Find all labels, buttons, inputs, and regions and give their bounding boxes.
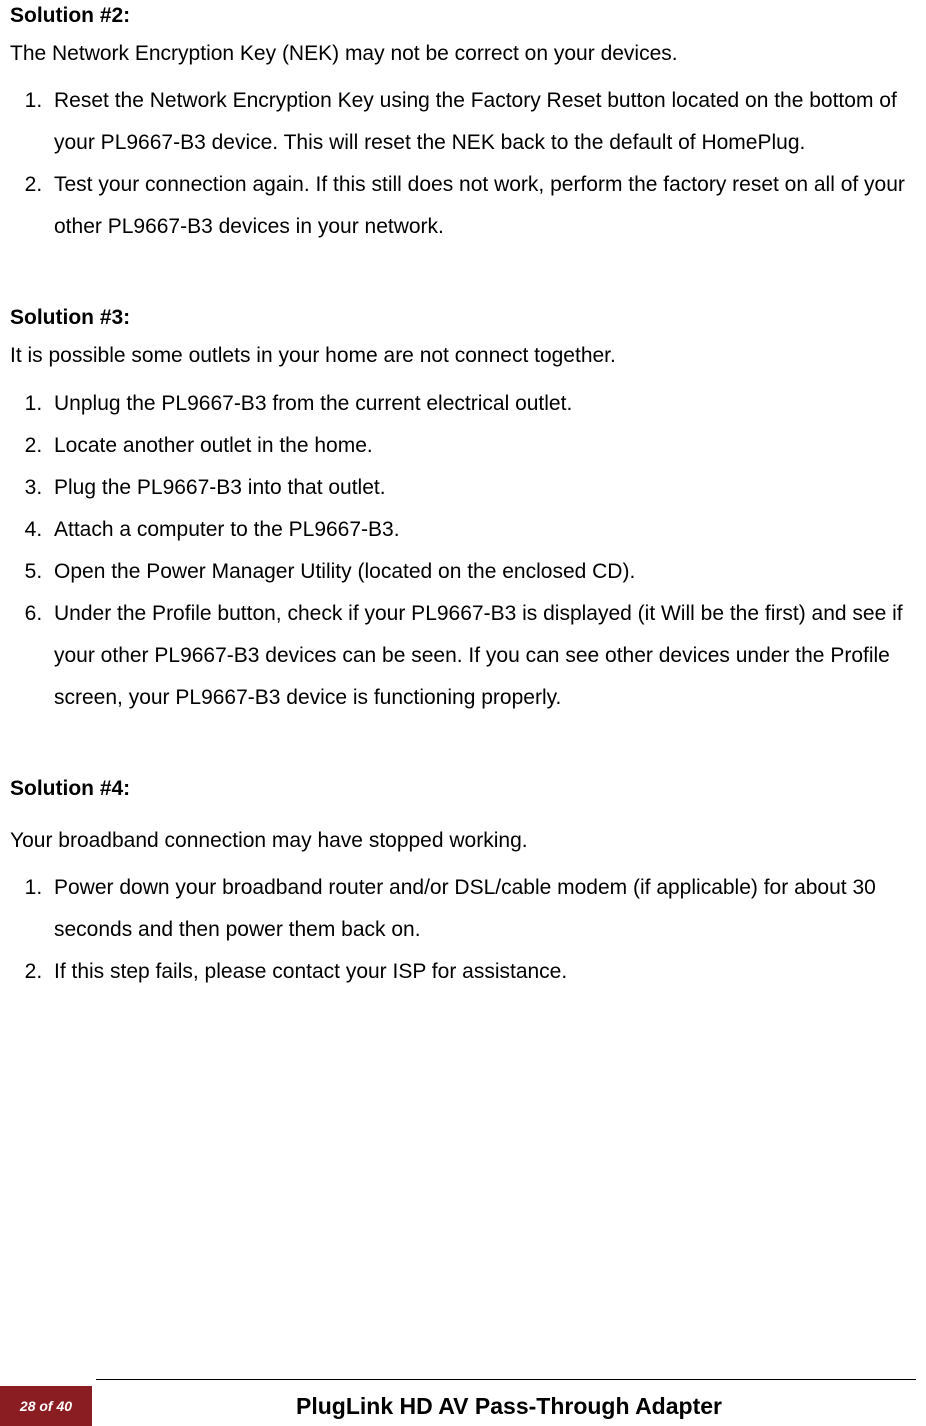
list-item: Reset the Network Encryption Key using t… <box>48 80 916 164</box>
solution-4-steps: Power down your broadband router and/or … <box>10 867 916 993</box>
list-item: Power down your broadband router and/or … <box>48 867 916 951</box>
list-item: Locate another outlet in the home. <box>48 425 916 467</box>
solution-3-steps: Unplug the PL9667-B3 from the current el… <box>10 383 916 719</box>
page: Solution #2: The Network Encryption Key … <box>0 0 926 1426</box>
page-content: Solution #2: The Network Encryption Key … <box>10 0 916 993</box>
footer-divider <box>96 1379 916 1380</box>
list-item: Open the Power Manager Utility (located … <box>48 551 916 593</box>
list-item: Unplug the PL9667-B3 from the current el… <box>48 383 916 425</box>
solution-4-intro: Your broadband connection may have stopp… <box>10 827 916 855</box>
list-item: Plug the PL9667-B3 into that outlet. <box>48 467 916 509</box>
list-item: Attach a computer to the PL9667-B3. <box>48 509 916 551</box>
footer-title: PlugLink HD AV Pass-Through Adapter <box>92 1386 926 1426</box>
solution-2-steps: Reset the Network Encryption Key using t… <box>10 80 916 248</box>
list-item: If this step fails, please contact your … <box>48 951 916 993</box>
solution-2-heading: Solution #2: <box>10 0 916 40</box>
page-number-box: 28 of 40 <box>0 1386 92 1426</box>
page-footer: 28 of 40 PlugLink HD AV Pass-Through Ada… <box>0 1379 926 1426</box>
solution-3-intro: It is possible some outlets in your home… <box>10 342 916 370</box>
solution-3-heading: Solution #3: <box>10 302 916 342</box>
footer-bar: 28 of 40 PlugLink HD AV Pass-Through Ada… <box>0 1386 926 1426</box>
solution-2-intro: The Network Encryption Key (NEK) may not… <box>10 40 916 68</box>
list-item: Test your connection again. If this stil… <box>48 164 916 248</box>
solution-4-heading: Solution #4: <box>10 773 916 813</box>
list-item: Under the Profile button, check if your … <box>48 593 916 719</box>
